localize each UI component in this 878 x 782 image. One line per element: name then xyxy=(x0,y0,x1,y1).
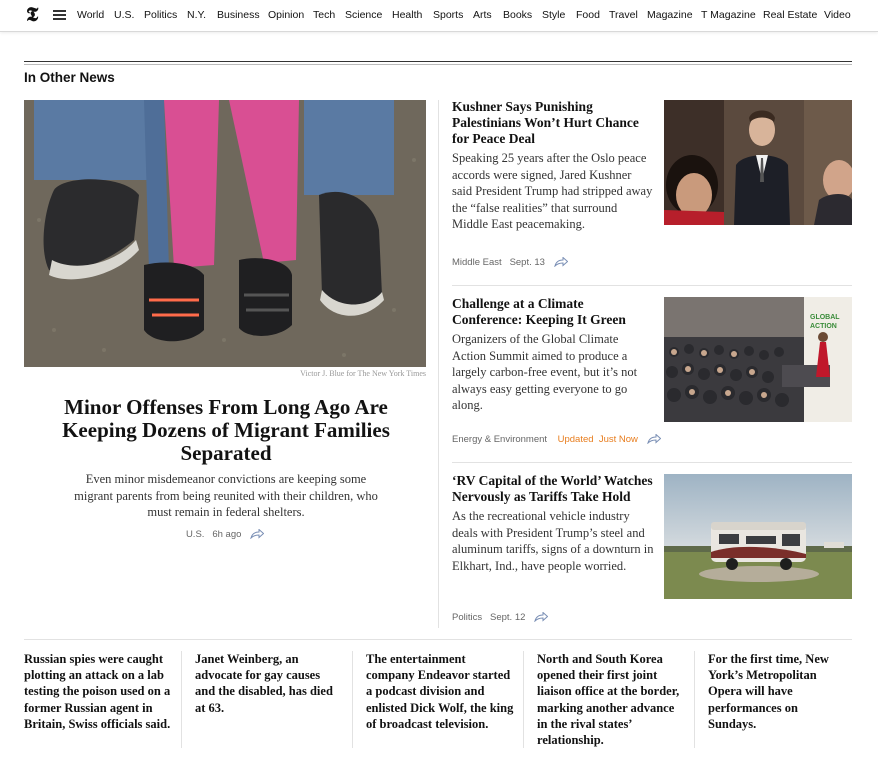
story-meta: Middle East Sept. 13 xyxy=(452,257,568,268)
brief-divider xyxy=(523,651,524,748)
updated-label: Updated xyxy=(557,434,594,445)
section-rule xyxy=(24,61,852,62)
svg-text:GLOBAL: GLOBAL xyxy=(810,314,840,321)
top-navigation: 𝕿 World U.S. Politics N.Y. Business Opin… xyxy=(0,0,878,32)
share-icon[interactable] xyxy=(534,612,549,623)
nav-travel[interactable]: Travel xyxy=(609,9,638,21)
brief-item[interactable]: Russian spies were caught plotting an at… xyxy=(24,651,172,732)
brief-divider xyxy=(694,651,695,748)
brief-item[interactable]: The entertainment company Endeavor start… xyxy=(366,651,514,732)
story-summary[interactable]: Organizers of the Global Climate Action … xyxy=(452,331,654,414)
nav-business[interactable]: Business xyxy=(217,9,260,21)
nav-video[interactable]: Video xyxy=(824,9,851,21)
nav-books[interactable]: Books xyxy=(503,9,532,21)
story-climate[interactable]: Challenge at a Climate Conference: Keepi… xyxy=(452,296,654,414)
nav-opinion[interactable]: Opinion xyxy=(268,9,304,21)
nav-magazine[interactable]: Magazine xyxy=(647,9,693,21)
nav-world[interactable]: World xyxy=(77,9,104,21)
share-icon[interactable] xyxy=(553,257,568,268)
story-headline[interactable]: Challenge at a Climate Conference: Keepi… xyxy=(452,296,654,328)
story-section[interactable]: Energy & Environment xyxy=(452,434,547,445)
share-icon[interactable] xyxy=(250,529,265,540)
hero-timestamp: 6h ago xyxy=(212,529,242,540)
nav-science[interactable]: Science xyxy=(345,9,382,21)
nav-food[interactable]: Food xyxy=(576,9,600,21)
nyt-logo[interactable]: 𝕿 xyxy=(26,4,38,26)
share-icon[interactable] xyxy=(646,434,661,445)
nav-ny[interactable]: N.Y. xyxy=(187,9,206,21)
menu-icon[interactable] xyxy=(53,10,66,20)
story-headline[interactable]: ‘RV Capital of the World’ Watches Nervou… xyxy=(452,473,654,505)
story-meta: Energy & Environment Updated Just Now xyxy=(452,434,661,445)
story-timestamp: Just Now xyxy=(598,434,638,445)
photo-credit: Victor J. Blue for The New York Times xyxy=(300,369,426,378)
story-separator xyxy=(452,285,852,286)
story-headline[interactable]: Kushner Says Punishing Palestinians Won’… xyxy=(452,99,654,147)
story-photo-kushner[interactable] xyxy=(664,100,852,225)
hero-summary[interactable]: Even minor misdemeanor convictions are k… xyxy=(70,471,382,521)
story-separator xyxy=(452,462,852,463)
story-section[interactable]: Politics xyxy=(452,612,482,623)
brief-item[interactable]: For the first time, New York’s Metropoli… xyxy=(708,651,848,732)
brief-divider xyxy=(352,651,353,748)
brief-item[interactable]: Janet Weinberg, an advocate for gay caus… xyxy=(195,651,343,716)
brief-item[interactable]: North and South Korea opened their first… xyxy=(537,651,685,748)
story-rv-capital[interactable]: ‘RV Capital of the World’ Watches Nervou… xyxy=(452,473,654,574)
brief-divider xyxy=(181,651,182,748)
column-divider xyxy=(438,100,439,628)
story-meta: Politics Sept. 12 xyxy=(452,612,549,623)
story-kushner[interactable]: Kushner Says Punishing Palestinians Won’… xyxy=(452,99,654,233)
story-photo-rv[interactable] xyxy=(664,474,852,599)
briefs-rule xyxy=(24,639,852,640)
story-photo-climate-conference[interactable]: GLOBAL ACTION xyxy=(664,297,852,422)
nav-arts[interactable]: Arts xyxy=(473,9,492,21)
hero-headline[interactable]: Minor Offenses From Long Ago Are Keeping… xyxy=(54,396,398,465)
hero-section[interactable]: U.S. xyxy=(186,529,204,540)
section-title[interactable]: In Other News xyxy=(24,70,115,85)
hero-photo-migrant-children[interactable] xyxy=(24,100,426,367)
story-summary[interactable]: Speaking 25 years after the Oslo peace a… xyxy=(452,150,654,233)
nav-t-magazine[interactable]: T Magazine xyxy=(701,9,756,21)
nav-politics[interactable]: Politics xyxy=(144,9,177,21)
hero-meta: U.S. 6h ago xyxy=(24,529,426,540)
story-timestamp: Sept. 13 xyxy=(509,257,545,268)
nav-health[interactable]: Health xyxy=(392,9,422,21)
story-section[interactable]: Middle East xyxy=(452,257,502,268)
story-summary[interactable]: As the recreational vehicle industry dea… xyxy=(452,508,654,574)
story-timestamp: Sept. 12 xyxy=(490,612,526,623)
svg-text:ACTION: ACTION xyxy=(810,323,837,330)
section-rule-thin xyxy=(24,64,852,65)
nav-us[interactable]: U.S. xyxy=(114,9,134,21)
nav-real-estate[interactable]: Real Estate xyxy=(763,9,817,21)
nav-sports[interactable]: Sports xyxy=(433,9,463,21)
nav-style[interactable]: Style xyxy=(542,9,565,21)
nav-tech[interactable]: Tech xyxy=(313,9,335,21)
